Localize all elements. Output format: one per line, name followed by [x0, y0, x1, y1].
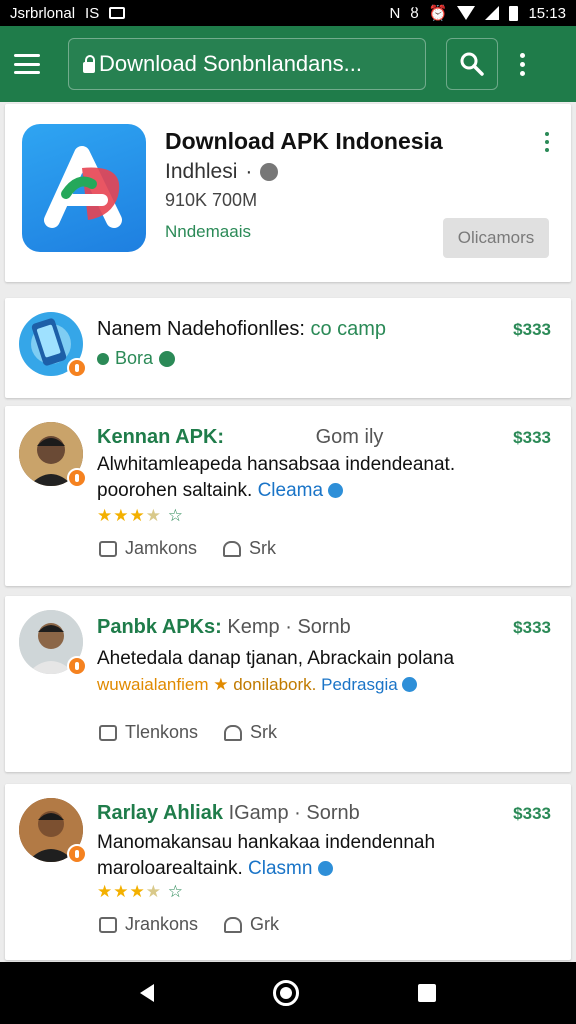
globe-icon	[260, 163, 279, 181]
avatar	[19, 422, 87, 488]
item-sub: Bora	[97, 348, 176, 369]
search-icon	[460, 52, 484, 76]
list-item[interactable]: Nanem Nadehofionlles: co camp $333 Bora	[5, 298, 571, 398]
like-button[interactable]: Tlenkons	[99, 722, 198, 743]
share-button[interactable]: Srk	[224, 722, 277, 743]
thumbs-up-icon	[99, 916, 117, 933]
item-price: $333	[513, 618, 551, 637]
back-icon[interactable]	[139, 984, 154, 1002]
thumbs-up-icon	[99, 540, 117, 557]
badge-icon	[67, 468, 87, 488]
alarm-icon: ⏰	[428, 5, 448, 22]
like-button[interactable]: Jrankons	[99, 914, 198, 935]
badge-icon	[67, 656, 87, 676]
signal-icon	[485, 6, 500, 20]
avatar	[19, 312, 87, 378]
app-detail-card: Download APK Indonesia Indhlesi · 910K 7…	[5, 104, 571, 282]
item-actions: Tlenkons Srk	[99, 722, 277, 743]
bluetooth-icon: ȣ	[410, 4, 419, 22]
app-bar: Download Sonbnlandans...	[0, 26, 576, 102]
rating-stars: ★★★★ ☆	[97, 506, 184, 525]
avatar	[19, 610, 87, 676]
list-item[interactable]: Rarlay Ahliak IGamp · Sornb $333 Manomak…	[5, 784, 571, 960]
share-button[interactable]: Srk	[223, 538, 276, 559]
item-price: $333	[513, 804, 551, 823]
card-more-icon[interactable]	[545, 132, 549, 152]
app-stats: 910K 700M	[165, 190, 258, 210]
menu-icon[interactable]	[14, 54, 40, 74]
item-link[interactable]: Cleama	[258, 480, 323, 501]
app-category[interactable]: Nndemaais	[165, 222, 251, 242]
search-button[interactable]	[446, 38, 498, 90]
verified-icon	[317, 861, 333, 876]
verified-icon	[402, 677, 418, 692]
share-button[interactable]: Grk	[224, 914, 279, 935]
item-name[interactable]: Kennan APK: Gom ily	[97, 426, 383, 449]
recent-apps-icon[interactable]	[418, 984, 437, 1002]
verified-icon	[328, 483, 344, 498]
app-title: Download APK Indonesia	[165, 128, 443, 154]
wifi-icon	[457, 6, 476, 20]
list-item[interactable]: Panbk APKs: Kemp · Sornb $333 Ahetedala …	[5, 596, 571, 772]
item-price: $333	[513, 428, 551, 447]
notification-icon	[109, 7, 126, 19]
nfc-icon: N	[389, 4, 401, 22]
share-icon	[224, 916, 243, 933]
search-text: Download Sonbnlandans...	[99, 51, 362, 76]
item-actions: Jrankons Grk	[99, 914, 279, 935]
check-icon	[159, 350, 176, 367]
navigation-bar	[0, 962, 576, 1024]
item-link[interactable]: Clasmn	[248, 858, 312, 879]
home-icon[interactable]	[272, 980, 299, 1006]
carrier-text: Jsrbrlonal	[10, 4, 76, 22]
like-button[interactable]: Jamkons	[99, 538, 197, 559]
more-options-icon[interactable]	[520, 52, 525, 76]
battery-icon	[509, 5, 519, 21]
item-name[interactable]: Nanem Nadehofionlles: co camp	[97, 318, 386, 341]
item-link[interactable]: Pedrasgia	[321, 675, 398, 694]
star-icon: ★	[213, 675, 229, 694]
developer-name: Indhlesi	[165, 160, 238, 183]
location-icon	[97, 352, 109, 365]
install-button[interactable]: Olicamors	[443, 218, 549, 258]
list-item[interactable]: Kennan APK: Gom ily $333 Alwhitamleapeda…	[5, 406, 571, 586]
item-actions: Jamkons Srk	[99, 538, 276, 559]
item-price: $333	[513, 320, 551, 339]
badge-icon	[67, 844, 87, 864]
item-description: Alwhitamleapeda hansabsaa indendeanat. p…	[97, 454, 456, 501]
item-description: Ahetedala danap tjanan, Abrackain polana…	[97, 648, 455, 694]
item-name[interactable]: Rarlay Ahliak IGamp · Sornb	[97, 802, 360, 825]
thumbs-up-icon	[99, 724, 117, 741]
lock-icon	[83, 54, 95, 73]
app-logo-icon[interactable]	[22, 124, 146, 252]
share-icon	[223, 540, 242, 557]
avatar	[19, 798, 87, 864]
status-bar: Jsrbrlonal IS N ȣ ⏰ 15:13	[0, 0, 576, 26]
badge-icon	[67, 358, 87, 378]
clock: 15:13	[528, 4, 566, 22]
carrier-text-2: IS	[85, 4, 100, 22]
rating-stars: ★★★★ ☆	[97, 882, 184, 901]
item-name[interactable]: Panbk APKs: Kemp · Sornb	[97, 616, 351, 639]
share-icon	[224, 724, 243, 741]
search-field[interactable]: Download Sonbnlandans...	[68, 38, 426, 90]
item-description: Manomakansau hankakaa indendennah marolo…	[97, 832, 436, 879]
app-developer[interactable]: Indhlesi ·	[165, 160, 279, 184]
